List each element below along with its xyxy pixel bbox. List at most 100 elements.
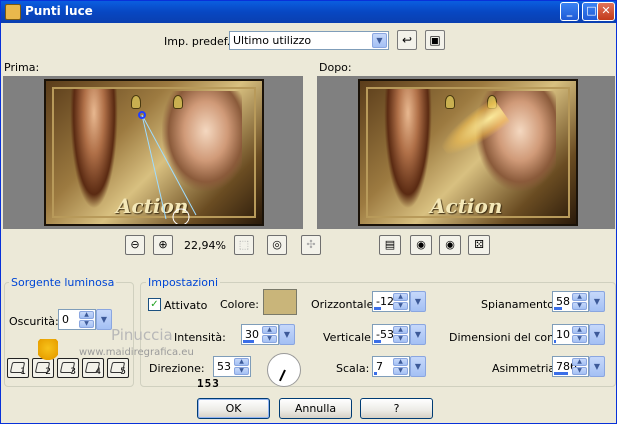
darkness-field[interactable]: 0 ▲ ▼ ▼ [58,309,112,330]
light-1-button[interactable]: 1 [7,358,29,378]
proof-eye-icon[interactable]: ◉ [439,235,461,255]
light-3-button[interactable]: 3 [57,358,79,378]
horizontal-label: Orizzontale: [311,298,378,311]
spin-arrows: ▲ ▼ [234,358,249,375]
spin-up-icon[interactable]: ▲ [234,358,249,366]
scale-bar [374,372,377,375]
spin-down-icon[interactable]: ▼ [262,335,277,343]
spin-down-icon[interactable]: ▼ [572,367,587,375]
dropdown-icon[interactable]: ▼ [410,291,426,312]
dropdown-icon[interactable]: ▼ [410,356,426,377]
spin-arrows: ▲ ▼ [262,326,277,343]
help-button[interactable]: ? [360,398,433,419]
chevron-down-icon: ▼ [372,33,387,48]
dropdown-icon[interactable]: ▼ [589,356,605,377]
color-label: Colore: [220,298,259,311]
spin-down-icon[interactable]: ▼ [393,367,408,375]
scale-label: Scala: [336,362,370,375]
preview-toggle-icon[interactable]: ▤ [379,235,401,255]
zoom-out-icon[interactable]: ⊖ [125,235,145,255]
light-5-button[interactable]: 5 [107,358,129,378]
browse-icon[interactable]: ◎ [267,235,287,255]
active-label: Attivato [164,299,208,312]
dropdown-icon[interactable]: ▼ [96,309,112,330]
settings-group-title: Impostazioni [146,276,221,289]
spin-up-icon[interactable]: ▲ [572,293,587,301]
light-cone-handle[interactable] [136,109,216,226]
intensity-bar [243,340,254,343]
preset-select[interactable]: Ultimo utilizzo ▼ [229,31,389,50]
spin-down-icon[interactable]: ▼ [79,320,94,328]
scale-field[interactable]: 7 ▲ ▼ ▼ [372,356,426,377]
horizontal-field[interactable]: -12 ▲ ▼ ▼ [372,291,426,312]
dropdown-icon[interactable]: ▼ [410,324,426,345]
dropdown-icon[interactable]: ▼ [589,324,605,345]
spin-up-icon[interactable]: ▲ [572,326,587,334]
direction-dial[interactable] [267,353,301,387]
light-4-button[interactable]: 4 [82,358,104,378]
smoothing-label: Spianamento: [481,298,558,311]
spin-up-icon[interactable]: ▲ [572,358,587,366]
intensity-field[interactable]: 30 ▲ ▼ ▼ [241,324,295,345]
spin-down-icon[interactable]: ▼ [572,302,587,310]
floppy-save-icon[interactable]: ▣ [425,30,445,50]
move-icon[interactable]: ✣ [301,235,321,255]
dice-icon[interactable]: ⚄ [468,235,490,255]
spin-up-icon[interactable]: ▲ [79,311,94,319]
spin-up-icon[interactable]: ▲ [393,358,408,366]
close-button[interactable]: ✕ [597,2,615,21]
fit-window-icon[interactable]: ⬚ [234,235,254,255]
window-title: Punti luce [25,4,93,18]
direction-field[interactable]: 53 ▲ ▼ [213,356,251,377]
woman-figure [70,89,118,209]
watermark-name: Pinuccia [111,326,173,344]
after-image: Action [358,79,578,226]
cone-size-label: Dimensioni del cono: [449,331,565,344]
spin-down-icon[interactable]: ▼ [393,302,408,310]
spin-up-icon[interactable]: ▲ [262,326,277,334]
spin-up-icon[interactable]: ▲ [393,293,408,301]
zoom-level: 22,94% [184,239,226,252]
cone-size-field[interactable]: 10 ▲ ▼ ▼ [552,324,605,345]
lamp-icon [445,95,455,109]
light-effects-dialog: Punti luce _ □ ✕ Imp. predef.: Ultimo ut… [0,0,617,424]
auto-proof-eye-icon[interactable]: ◉ [410,235,432,255]
asymmetry-label: Asimmetria: [492,362,559,375]
mascot-icon [38,339,58,365]
dropdown-icon[interactable]: ▼ [589,291,605,312]
preset-label: Imp. predef.: [164,35,234,48]
color-swatch[interactable] [263,289,297,315]
spin-arrows: ▲ ▼ [572,293,587,310]
darkness-label: Oscurità: [9,315,59,328]
title-bar[interactable]: Punti luce _ □ ✕ [1,1,616,23]
vertical-bar [374,340,381,343]
after-preview: Action [317,76,615,229]
active-checkbox[interactable]: ✓ [148,298,161,311]
reset-arrow-icon[interactable]: ↩ [397,30,417,50]
ok-button[interactable]: OK [197,398,270,419]
spin-down-icon[interactable]: ▼ [393,335,408,343]
darkness-value: 0 [62,313,69,326]
before-preview[interactable]: Action [3,76,303,229]
watermark-url: www.maidiregrafica.eu [79,347,194,358]
horizontal-bar [374,307,381,310]
dropdown-icon[interactable]: ▼ [279,324,295,345]
light-shape-icon [109,362,126,373]
app-icon [5,4,21,20]
minimize-button[interactable]: _ [560,2,579,21]
spin-arrows: ▲ ▼ [393,358,408,375]
spin-arrows: ▲ ▼ [79,311,94,328]
vertical-field[interactable]: -53 ▲ ▼ ▼ [372,324,426,345]
spin-arrows: ▲ ▼ [393,326,408,343]
smoothing-field[interactable]: 58 ▲ ▼ ▼ [552,291,605,312]
after-label: Dopo: [319,61,352,74]
spin-up-icon[interactable]: ▲ [393,326,408,334]
direction-value: 53 [217,360,231,373]
spin-arrows: ▲ ▼ [393,293,408,310]
spin-down-icon[interactable]: ▼ [572,335,587,343]
spin-down-icon[interactable]: ▼ [234,367,249,375]
asymmetry-field[interactable]: 786 ▲ ▼ ▼ [552,356,605,377]
zoom-in-icon[interactable]: ⊕ [153,235,173,255]
cancel-button[interactable]: Annulla [279,398,352,419]
before-label: Prima: [4,61,40,74]
